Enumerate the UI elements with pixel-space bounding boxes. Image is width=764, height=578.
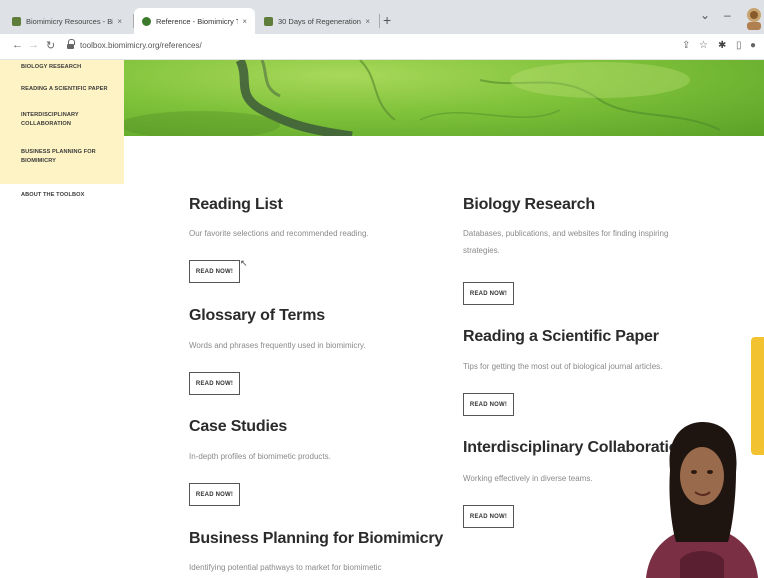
- address-bar[interactable]: toolbox.biomimicry.org/references/: [80, 41, 202, 50]
- read-now-button-glossary[interactable]: READ NOW!: [189, 372, 240, 395]
- leaf-favicon-icon: [12, 16, 21, 26]
- bookmark-star-icon[interactable]: ☆: [699, 40, 708, 51]
- card-title-business-planning: Business Planning for Biomimicry: [189, 530, 444, 547]
- sidebar-item-reading-scientific-paper[interactable]: READING A SCIENTIFIC PAPER: [21, 85, 117, 94]
- card-title-case-studies: Case Studies: [189, 418, 288, 435]
- card-description: Tips for getting the most out of biologi…: [463, 362, 663, 371]
- close-tab-icon[interactable]: ×: [365, 17, 370, 26]
- forward-arrow-icon[interactable]: →: [28, 39, 39, 51]
- back-arrow-icon[interactable]: ←: [12, 39, 23, 51]
- tab-title: 30 Days of Regeneration - Biom: [278, 16, 361, 26]
- browser-toolbar: ← → ↻ toolbox.biomimicry.org/references/…: [0, 34, 764, 60]
- profile-icon[interactable]: ●: [750, 40, 756, 51]
- toolbox-favicon-icon: [142, 16, 151, 26]
- sidebar-item-business-planning[interactable]: BUSINESS PLANNING FOR BIOMIMICRY: [21, 148, 105, 166]
- profile-avatar-icon[interactable]: [744, 6, 764, 30]
- card-description: Words and phrases frequently used in bio…: [189, 341, 366, 350]
- tab-search-chevron-icon[interactable]: ⌄: [700, 8, 710, 22]
- card-description: Our favorite selections and recommended …: [189, 229, 369, 238]
- read-now-button-scientific-paper[interactable]: READ NOW!: [463, 393, 514, 416]
- card-description: Databases, publications, and websites fo…: [463, 229, 669, 255]
- minimize-window-icon[interactable]: –: [724, 8, 731, 22]
- card-title-scientific-paper: Reading a Scientific Paper: [463, 328, 659, 345]
- mouse-cursor-icon: ↖: [240, 258, 248, 268]
- sidebar-item-interdisciplinary-collaboration[interactable]: INTERDISCIPLINARY COLLABORATION: [21, 111, 91, 129]
- read-now-button-interdisciplinary[interactable]: READ NOW!: [463, 505, 514, 528]
- extensions-icon[interactable]: ✱: [718, 40, 726, 51]
- card-description: In-depth profiles of biomimetic products…: [189, 452, 331, 461]
- presenter-webcam-overlay: [646, 422, 758, 578]
- browser-tab-reference-toolbox[interactable]: Reference - Biomimicry Toolbox ×: [134, 8, 255, 34]
- browser-tab-strip: Biomimicry Resources - Biomimi × Referen…: [0, 0, 764, 34]
- read-now-button-biology-research[interactable]: READ NOW!: [463, 282, 514, 305]
- card-title-biology-research: Biology Research: [463, 196, 595, 213]
- close-tab-icon[interactable]: ×: [117, 17, 122, 26]
- tab-title: Reference - Biomimicry Toolbox: [156, 16, 239, 26]
- sidebar-item-about-toolbox[interactable]: ABOUT THE TOOLBOX: [21, 191, 117, 200]
- leaf-favicon-icon: [264, 16, 273, 26]
- browser-tab-biomimicry-resources[interactable]: Biomimicry Resources - Biomimi ×: [4, 8, 130, 34]
- lock-icon: [67, 39, 75, 50]
- side-panel-icon[interactable]: ▯: [736, 40, 742, 51]
- card-title-glossary: Glossary of Terms: [189, 307, 325, 324]
- browser-tab-30-days-regeneration[interactable]: 30 Days of Regeneration - Biom ×: [256, 8, 378, 34]
- close-tab-icon[interactable]: ×: [242, 17, 247, 26]
- tab-divider: [379, 14, 380, 28]
- share-icon[interactable]: ⇪: [682, 40, 690, 51]
- read-now-button-case-studies[interactable]: READ NOW!: [189, 483, 240, 506]
- card-description: Identifying potential pathways to market…: [189, 563, 382, 572]
- reload-icon[interactable]: ↻: [46, 39, 55, 52]
- tab-title: Biomimicry Resources - Biomimi: [26, 16, 113, 26]
- sidebar-item-biology-research[interactable]: BIOLOGY RESEARCH: [21, 63, 117, 72]
- card-title-reading-list: Reading List: [189, 196, 283, 213]
- read-now-button-reading-list[interactable]: READ NOW!: [189, 260, 240, 283]
- new-tab-button[interactable]: +: [383, 12, 391, 28]
